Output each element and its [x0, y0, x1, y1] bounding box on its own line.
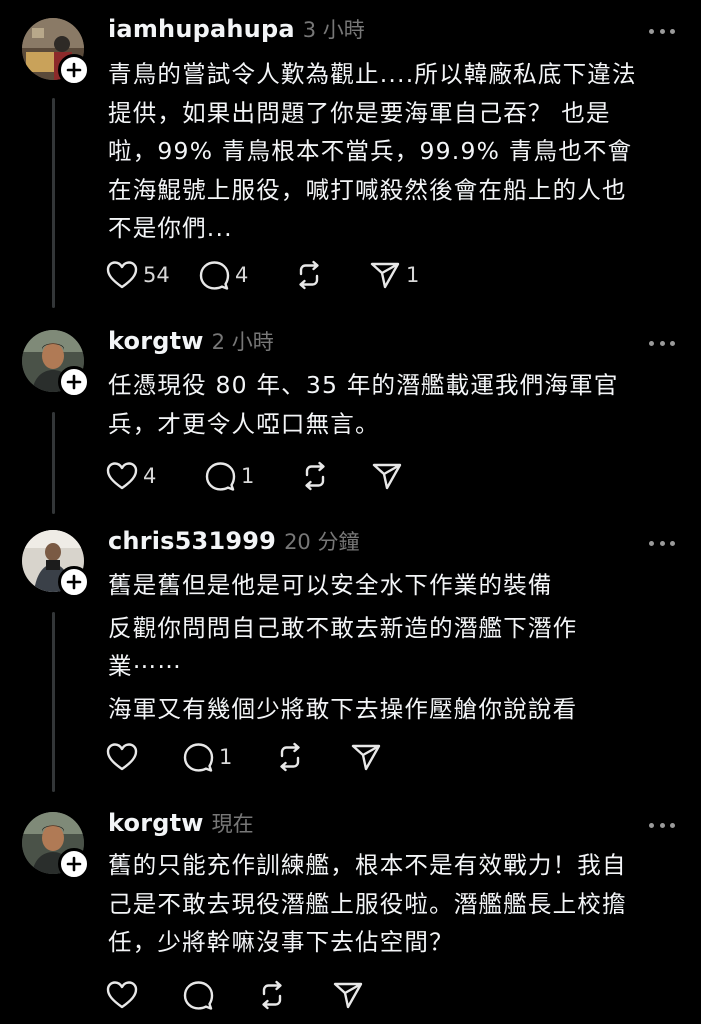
like-button[interactable]: 4 [106, 459, 204, 493]
more-icon[interactable] [649, 26, 675, 36]
post-text-line: 兵，才更令人啞口無言。 [108, 409, 380, 438]
post-text-line: 啦，99% 青鳥根本不當兵，99.9% 青鳥也不會 [108, 137, 633, 165]
action-bar: 4 1 [106, 459, 431, 493]
post-text-line: 業⋯⋯ [108, 652, 183, 680]
send-icon [350, 742, 382, 772]
heart-icon [106, 742, 138, 772]
post-item: iamhupahupa 3 小時 青鳥的嘗試令人歎為觀止....所以韓廠私底下違… [0, 0, 701, 318]
post-text-line: 海軍又有幾個少將敢下去操作壓艙你說說看 [108, 694, 578, 723]
post-text-line: 舊的只能充作訓練艦，根本不是有效戰力！我自 [108, 851, 627, 879]
follow-plus-icon[interactable] [58, 848, 90, 880]
follow-plus-icon[interactable] [58, 566, 90, 598]
reply-button[interactable]: 1 [204, 459, 299, 493]
thread-line [52, 612, 55, 792]
comment-icon [182, 742, 214, 772]
like-count: 54 [143, 263, 170, 287]
more-icon[interactable] [649, 538, 675, 548]
comment-icon [198, 260, 230, 290]
post-text-line: 青鳥的嘗試令人歎為觀止....所以韓廠私底下違法 [108, 60, 637, 88]
share-button[interactable] [350, 740, 410, 774]
more-icon[interactable] [649, 338, 675, 348]
repost-icon [256, 980, 288, 1010]
like-count: 4 [143, 464, 157, 488]
action-bar: 54 4 1 [106, 258, 429, 292]
post-text: 任憑現役 80 年、35 年的潛艦載運我們海軍官 兵，才更令人啞口無言。 [108, 366, 683, 443]
post-text-line: 任憑現役 80 年、35 年的潛艦載運我們海軍官 [108, 371, 619, 399]
post-text-line: 不是你們... [108, 214, 233, 242]
post-item: korgtw 2 小時 任憑現役 80 年、35 年的潛艦載運我們海軍官 兵，才… [0, 312, 701, 522]
heart-icon [106, 260, 138, 290]
post-header: iamhupahupa 3 小時 [108, 14, 365, 50]
send-icon [332, 980, 364, 1010]
username[interactable]: korgtw [108, 327, 204, 355]
more-icon[interactable] [649, 820, 675, 830]
post-item: korgtw 現在 舊的只能充作訓練艦，根本不是有效戰力！我自 己是不敢去現役潛… [0, 794, 701, 1024]
repost-icon [299, 461, 331, 491]
avatar[interactable] [22, 330, 90, 398]
repost-button[interactable] [256, 978, 332, 1012]
repost-button[interactable] [274, 740, 350, 774]
post-text: 青鳥的嘗試令人歎為觀止....所以韓廠私底下違法 提供，如果出問題了你是要海軍自… [108, 55, 683, 248]
thread-line [52, 98, 55, 308]
heart-icon [106, 461, 138, 491]
share-button[interactable]: 1 [369, 258, 429, 292]
reply-count: 1 [219, 745, 233, 769]
username[interactable]: chris531999 [108, 527, 276, 555]
post-text-line: 提供，如果出問題了你是要海軍自己吞？ 也是 [108, 98, 611, 127]
reply-button[interactable]: 4 [198, 258, 293, 292]
reply-button[interactable]: 1 [182, 740, 274, 774]
share-button[interactable] [332, 978, 392, 1012]
avatar[interactable] [22, 18, 90, 86]
post-text: 舊的只能充作訓練艦，根本不是有效戰力！我自 己是不敢去現役潛艦上服役啦。潛艦艦長… [108, 846, 683, 962]
post-text-line: 舊是舊但是他是可以安全水下作業的裝備 [108, 571, 553, 599]
username[interactable]: korgtw [108, 809, 204, 837]
follow-plus-icon[interactable] [58, 366, 90, 398]
send-icon [371, 461, 403, 491]
post-text-line: 任，少將幹嘛沒事下去佔空間？ [108, 928, 454, 956]
comment-icon [204, 461, 236, 491]
follow-plus-icon[interactable] [58, 54, 90, 86]
like-button[interactable] [106, 740, 182, 774]
reply-count: 4 [235, 263, 249, 287]
post-header: korgtw 現在 [108, 808, 254, 844]
post-text-line: 反觀你問問自己敢不敢去新造的潛艦下潛作 [108, 613, 578, 642]
timestamp[interactable]: 3 小時 [303, 14, 365, 44]
repost-button[interactable] [299, 459, 371, 493]
post-text-line: 己是不敢去現役潛艦上服役啦。潛艦艦長上校擔 [108, 889, 627, 918]
post-text-line: 在海鯤號上服役，喊打喊殺然後會在船上的人也 [108, 175, 627, 204]
action-bar: 1 [106, 740, 410, 774]
timestamp[interactable]: 2 小時 [212, 326, 274, 356]
post-item: chris531999 20 分鐘 舊是舊但是他是可以安全水下作業的裝備 反觀你… [0, 512, 701, 802]
post-text: 舊是舊但是他是可以安全水下作業的裝備 反觀你問問自己敢不敢去新造的潛艦下潛作 業… [108, 566, 683, 728]
comment-icon [182, 980, 214, 1010]
timestamp[interactable]: 現在 [212, 808, 254, 838]
like-button[interactable] [106, 978, 182, 1012]
avatar[interactable] [22, 530, 90, 598]
post-header: korgtw 2 小時 [108, 326, 274, 362]
reply-button[interactable] [182, 978, 256, 1012]
repost-icon [293, 260, 325, 290]
thread-line [52, 412, 55, 514]
heart-icon [106, 980, 138, 1010]
send-icon [369, 260, 401, 290]
username[interactable]: iamhupahupa [108, 15, 295, 43]
timestamp[interactable]: 20 分鐘 [284, 526, 359, 556]
share-count: 1 [406, 263, 420, 287]
repost-icon [274, 742, 306, 772]
share-button[interactable] [371, 459, 431, 493]
repost-button[interactable] [293, 258, 369, 292]
action-bar [106, 978, 392, 1012]
post-header: chris531999 20 分鐘 [108, 526, 359, 562]
like-button[interactable]: 54 [106, 258, 198, 292]
reply-count: 1 [241, 464, 255, 488]
avatar[interactable] [22, 812, 90, 880]
